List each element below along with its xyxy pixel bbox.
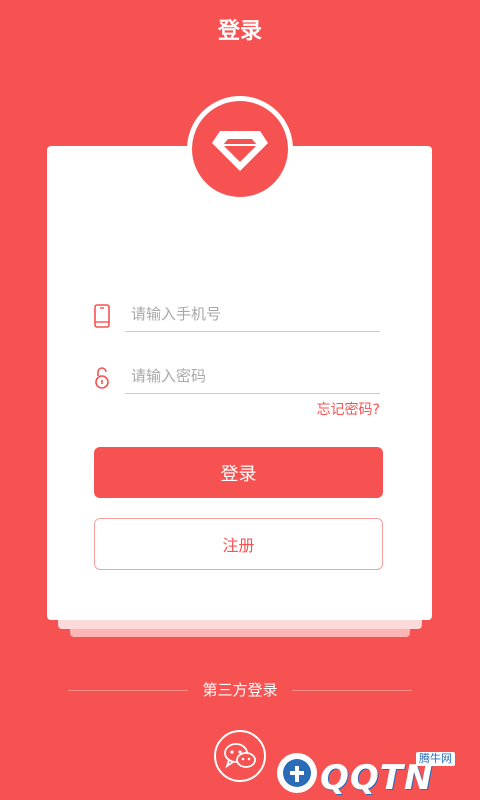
- wechat-login-button[interactable]: [214, 730, 266, 782]
- third-party-login-label: 第三方登录: [202, 681, 278, 699]
- phone-input[interactable]: [125, 296, 380, 332]
- page-title: 登录: [217, 19, 262, 44]
- wechat-icon: [224, 743, 256, 769]
- register-button[interactable]: 注册: [94, 518, 383, 570]
- qqtn-logo-icon: [277, 753, 317, 793]
- lock-icon: [95, 367, 109, 389]
- password-input[interactable]: [125, 358, 380, 394]
- watermark-tag: 腾牛网: [416, 752, 455, 766]
- diamond-icon: [212, 131, 268, 171]
- password-field: [47, 358, 432, 398]
- divider-left: [68, 690, 188, 691]
- forgot-password-link[interactable]: 忘记密码?: [317, 400, 380, 420]
- qqtn-watermark: QQTN 腾牛网: [268, 744, 480, 800]
- phone-field: [47, 296, 432, 336]
- logo-badge: [187, 96, 293, 202]
- login-button[interactable]: 登录: [94, 447, 383, 498]
- divider-right: [292, 690, 412, 691]
- phone-icon: [94, 304, 110, 328]
